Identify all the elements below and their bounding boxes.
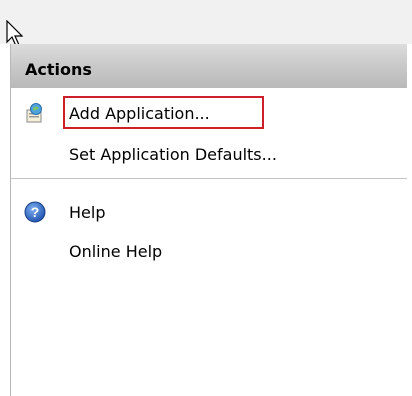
online-help-link[interactable]: Online Help [69,242,162,261]
actions-panel: Actions Add Application... Set Applicati… [10,44,407,396]
add-application-icon [26,103,42,123]
svg-text:?: ? [31,204,40,220]
set-application-defaults-link[interactable]: Set Application Defaults... [69,145,277,164]
add-application-link[interactable]: Add Application... [69,104,210,123]
panel-title: Actions [25,60,92,79]
actions-panel-header: Actions [11,44,407,88]
help-link[interactable]: Help [69,203,105,222]
help-icon: ? [24,201,46,223]
separator [11,178,407,179]
window-top-strip [0,0,412,44]
